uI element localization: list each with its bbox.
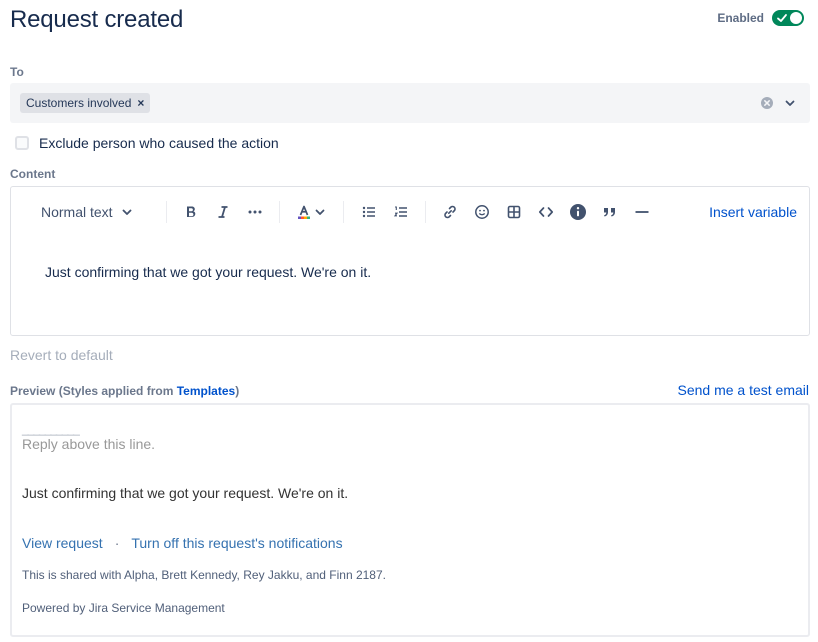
templates-link[interactable]: Templates — [177, 384, 235, 398]
numbered-list-button[interactable] — [391, 202, 411, 222]
clear-icon[interactable] — [760, 96, 774, 110]
preview-links: View request · Turn off this request's n… — [22, 535, 343, 551]
more-formatting-button[interactable] — [245, 202, 265, 222]
preview-shared-text: This is shared with Alpha, Brett Kennedy… — [22, 568, 386, 582]
text-style-dropdown[interactable]: Normal text — [41, 202, 133, 222]
send-test-email-link[interactable]: Send me a test email — [677, 382, 809, 398]
recipient-tag: Customers involved × — [20, 93, 151, 113]
toolbar-divider — [343, 201, 344, 223]
exclude-checkbox[interactable] — [15, 136, 29, 150]
quote-button[interactable] — [600, 202, 620, 222]
table-icon — [507, 205, 521, 219]
remove-tag-button[interactable]: × — [137, 96, 144, 110]
table-button[interactable] — [504, 202, 524, 222]
code-icon — [538, 207, 554, 217]
recipient-select[interactable]: Customers involved × — [10, 83, 810, 123]
toggle-knob — [790, 12, 802, 24]
text-color-icon — [298, 205, 310, 219]
to-label: To — [10, 65, 24, 79]
exclude-option: Exclude person who caused the action — [15, 135, 279, 151]
exclude-label: Exclude person who caused the action — [39, 135, 279, 151]
italic-button[interactable] — [213, 202, 233, 222]
divider-icon — [635, 211, 649, 213]
text-style-label: Normal text — [41, 204, 113, 220]
bullet-list-icon — [362, 206, 375, 218]
toolbar-divider — [279, 201, 280, 223]
code-button[interactable] — [536, 202, 556, 222]
enabled-label: Enabled — [717, 11, 764, 25]
divider-button[interactable] — [632, 202, 652, 222]
chevron-down-icon — [315, 209, 325, 215]
numbered-list-icon — [393, 206, 407, 217]
preview-label-prefix: Preview (Styles applied from — [10, 384, 177, 398]
revert-to-default-button[interactable]: Revert to default — [10, 347, 113, 363]
preview-label-suffix: ) — [235, 384, 240, 398]
bold-button[interactable] — [181, 202, 201, 222]
toolbar-divider — [425, 201, 426, 223]
insert-variable-button[interactable]: Insert variable — [709, 202, 797, 222]
info-panel-button[interactable] — [568, 202, 588, 222]
turn-off-notifications-link[interactable]: Turn off this request's notifications — [131, 535, 342, 551]
recipient-tag-label: Customers involved — [26, 96, 132, 110]
more-formatting-icon — [248, 210, 262, 214]
content-editor: Normal text Insert variable Just confirm… — [10, 186, 810, 336]
link-separator: · — [114, 535, 120, 551]
link-icon — [444, 205, 456, 219]
preview-divider: __________ — [22, 422, 80, 436]
bullet-list-button[interactable] — [359, 202, 379, 222]
info-panel-icon — [570, 204, 586, 220]
page-title: Request created — [10, 6, 184, 33]
enabled-toggle[interactable] — [772, 10, 804, 26]
emoji-icon — [475, 205, 489, 219]
preview-powered-by: Powered by Jira Service Management — [22, 601, 225, 615]
editor-toolbar: Normal text Insert variable — [11, 187, 809, 237]
emoji-button[interactable] — [472, 202, 492, 222]
view-request-link[interactable]: View request — [22, 535, 103, 551]
email-preview: __________ Reply above this line. Just c… — [10, 403, 810, 637]
italic-icon — [218, 206, 228, 218]
text-color-button[interactable] — [295, 202, 327, 222]
preview-reply-line: Reply above this line. — [22, 436, 156, 452]
chevron-down-icon — [122, 209, 131, 215]
check-icon — [777, 14, 787, 22]
editor-content[interactable]: Just confirming that we got your request… — [45, 264, 371, 280]
link-button[interactable] — [440, 202, 460, 222]
toolbar-divider — [166, 201, 167, 223]
preview-label: Preview (Styles applied from Templates) — [10, 384, 239, 398]
content-label: Content — [10, 167, 56, 181]
enabled-toggle-group: Enabled — [717, 10, 804, 26]
preview-body: Just confirming that we got your request… — [22, 485, 349, 501]
chevron-down-icon[interactable] — [784, 97, 796, 109]
bold-icon — [187, 206, 196, 217]
quote-icon — [604, 208, 615, 217]
